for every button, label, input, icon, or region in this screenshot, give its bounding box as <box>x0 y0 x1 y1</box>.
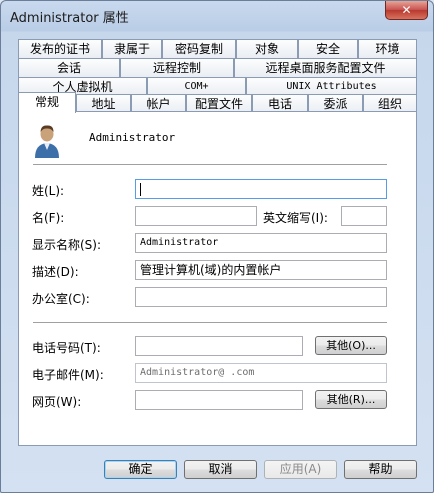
properties-dialog: Administrator 属性 ✕ 发布的证书 隶属于 密码复制 对象 安全 … <box>0 0 434 493</box>
tab-security[interactable]: 安全 <box>298 39 358 58</box>
surname-label: 姓(L): <box>32 184 65 198</box>
tab-environment[interactable]: 环境 <box>358 39 417 58</box>
general-tab-panel: Administrator 姓(L): 名(F): 英文缩写(I): 显示名称(… <box>18 111 417 446</box>
initials-label: 英文缩写(I): <box>263 211 328 225</box>
close-icon: ✕ <box>401 3 412 17</box>
web-page-label: 网页(W): <box>32 395 82 409</box>
apply-button[interactable]: 应用(A) <box>264 460 337 479</box>
tab-password-replication[interactable]: 密码复制 <box>162 39 236 58</box>
email-label: 电子邮件(M): <box>32 368 104 382</box>
tab-remote-control[interactable]: 远程控制 <box>120 58 234 77</box>
office-input[interactable] <box>135 287 387 307</box>
surname-input[interactable] <box>135 179 387 199</box>
office-label: 办公室(C): <box>32 292 90 306</box>
tab-object[interactable]: 对象 <box>236 39 298 58</box>
close-button[interactable]: ✕ <box>385 1 428 20</box>
description-label: 描述(D): <box>32 265 79 279</box>
display-name-label: 显示名称(S): <box>32 238 102 252</box>
separator <box>33 322 387 323</box>
phone-label: 电话号码(T): <box>32 341 101 355</box>
given-name-input[interactable] <box>135 206 257 226</box>
window-title: Administrator 属性 <box>10 11 129 26</box>
cancel-button[interactable]: 取消 <box>184 460 257 479</box>
tab-sessions[interactable]: 会话 <box>18 58 120 77</box>
web-page-other-button[interactable]: 其他(R)... <box>315 390 387 409</box>
tab-member-of[interactable]: 隶属于 <box>102 39 162 58</box>
phone-input[interactable] <box>135 336 303 356</box>
tab-general[interactable]: 常规 <box>18 92 76 113</box>
description-input[interactable]: 管理计算机(域)的内置帐户 <box>135 260 387 280</box>
display-name-input[interactable]: Administrator <box>135 233 387 253</box>
tab-rds-profile[interactable]: 远程桌面服务配置文件 <box>234 58 417 77</box>
help-button[interactable]: 帮助 <box>344 460 417 479</box>
tab-published-certs[interactable]: 发布的证书 <box>18 39 102 58</box>
separator <box>33 164 387 165</box>
ok-button[interactable]: 确定 <box>104 460 177 479</box>
phone-other-button[interactable]: 其他(O)... <box>315 336 387 355</box>
user-avatar-icon <box>35 125 59 158</box>
initials-input[interactable] <box>341 206 387 226</box>
text-caret <box>140 183 141 196</box>
user-display-name: Administrator <box>89 131 176 144</box>
web-page-input[interactable] <box>135 390 303 410</box>
email-input[interactable]: Administrator@ .com <box>135 363 387 383</box>
given-name-label: 名(F): <box>32 211 65 225</box>
